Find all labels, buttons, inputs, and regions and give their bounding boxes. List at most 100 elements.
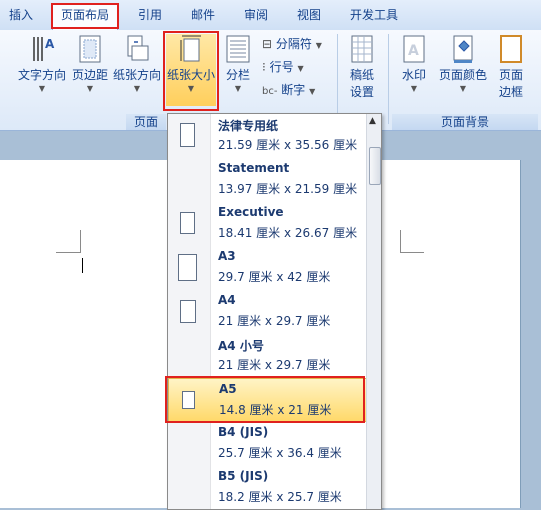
orientation-icon [127, 35, 149, 61]
paper-size-dimensions: 21 厘米 x 29.7 厘米 [218, 358, 331, 372]
svg-text:A: A [45, 37, 55, 51]
group-separator [388, 34, 389, 124]
paper-size-icon [180, 35, 201, 62]
margins-label: 页边距 [71, 68, 108, 82]
chevron-down-icon: ▼ [187, 84, 195, 93]
columns-button[interactable]: 分栏 ▼ [222, 34, 254, 106]
chevron-down-icon: ▼ [410, 84, 418, 93]
page-icon [180, 300, 196, 323]
manuscript-label-line2: 设置 [349, 85, 374, 99]
paper-size-item[interactable]: Executive 18.41 厘米 x 26.67 厘米 [168, 202, 367, 246]
manuscript-settings-button[interactable]: 稿纸 设置 [344, 34, 380, 106]
text-direction-icon: A [33, 37, 55, 61]
page-borders-icon [500, 35, 522, 63]
columns-icon [226, 35, 250, 63]
tab-mailings[interactable]: 邮件 [183, 5, 223, 25]
orientation-label: 纸张方向 [112, 68, 161, 82]
paper-size-button[interactable]: 纸张大小 ▼ [166, 34, 216, 106]
page-borders-label-line1: 页面 [498, 68, 523, 82]
svg-text:A: A [408, 43, 419, 59]
tab-references[interactable]: 引用 [130, 5, 170, 25]
line-numbers-button[interactable]: ⁝ 行号 ▼ [262, 58, 304, 75]
page-icon [182, 391, 195, 409]
scroll-up-icon[interactable]: ▲ [369, 116, 376, 126]
dropdown-scrollbar[interactable]: ▲ [366, 114, 381, 509]
chevron-down-icon: ▼ [459, 84, 467, 93]
scrollbar-thumb[interactable] [369, 147, 381, 185]
tab-page-layout[interactable]: 页面布局 [52, 4, 118, 30]
columns-label: 分栏 [225, 68, 250, 82]
line-numbers-icon: ⁝ [262, 60, 266, 74]
paper-size-item[interactable]: 法律专用纸 21.59 厘米 x 35.56 厘米 [168, 114, 367, 158]
manuscript-grid-icon [351, 35, 373, 63]
line-numbers-label: 行号 [269, 60, 294, 74]
breaks-button[interactable]: ⊟ 分隔符 ▼ [262, 35, 322, 52]
paper-size-dimensions: 18.41 厘米 x 26.67 厘米 [218, 226, 358, 240]
paper-size-dimensions: 21.59 厘米 x 35.56 厘米 [218, 138, 358, 152]
page-color-label: 页面颜色 [438, 68, 487, 82]
paper-size-name: 法律专用纸 [218, 119, 279, 133]
paper-size-name: Executive [218, 205, 284, 219]
paper-size-item[interactable]: A3 29.7 厘米 x 42 厘米 [168, 246, 367, 290]
paper-size-name: A3 [218, 249, 236, 263]
paper-size-dropdown: 法律专用纸 21.59 厘米 x 35.56 厘米 Statement 13.9… [167, 113, 382, 510]
page-borders-button[interactable]: 页面 边框 [494, 34, 528, 106]
ribbon-tab-bar: 插入 页面布局 引用 邮件 审阅 视图 开发工具 [0, 0, 541, 31]
page-color-button[interactable]: 页面颜色 ▼ [436, 34, 490, 106]
paper-size-dimensions: 13.97 厘米 x 21.59 厘米 [218, 182, 358, 196]
paper-size-item-a5[interactable]: A5 14.8 厘米 x 21 厘米 [168, 378, 367, 422]
paper-size-name: A4 小号 [218, 339, 264, 353]
paper-size-name: A4 [218, 293, 236, 307]
paper-size-dimensions: 21 厘米 x 29.7 厘米 [218, 314, 331, 328]
chevron-down-icon: ▼ [38, 84, 46, 93]
paper-size-name: B4 (JIS) [218, 425, 269, 439]
crop-mark [80, 230, 81, 253]
margins-icon [79, 35, 101, 63]
chevron-down-icon: ▼ [234, 84, 242, 93]
text-cursor [82, 258, 83, 273]
paper-size-label: 纸张大小 [166, 68, 215, 82]
text-direction-button[interactable]: A 文字方向 ▼ [16, 34, 68, 106]
paper-size-name: A5 [219, 382, 237, 396]
chevron-down-icon: ▼ [133, 84, 141, 93]
chevron-down-icon: ▼ [309, 87, 316, 96]
breaks-label: 分隔符 [275, 37, 312, 51]
tab-review[interactable]: 审阅 [236, 5, 276, 25]
page-icon [178, 254, 197, 281]
watermark-button[interactable]: A 水印 ▼ [396, 34, 432, 106]
tab-insert[interactable]: 插入 [2, 5, 40, 25]
text-direction-label: 文字方向 [17, 68, 66, 82]
paper-size-dimensions: 14.8 厘米 x 21 厘米 [219, 403, 332, 417]
paper-size-name: Statement [218, 161, 290, 175]
paper-size-item[interactable]: A4 小号 21 厘米 x 29.7 厘米 [168, 334, 367, 378]
chevron-down-icon: ▼ [86, 84, 94, 93]
tab-view[interactable]: 视图 [289, 5, 329, 25]
paper-size-name: B5 (JIS) [218, 469, 269, 483]
paper-size-dimensions: 18.2 厘米 x 25.7 厘米 [218, 490, 342, 504]
chevron-down-icon: ▼ [315, 41, 322, 50]
page-icon [180, 212, 195, 234]
page-borders-label-line2: 边框 [498, 85, 523, 99]
page-background-group-label: 页面背景 [392, 114, 538, 130]
paper-size-item[interactable]: A4 21 厘米 x 29.7 厘米 [168, 290, 367, 334]
page-break-icon: ⊟ [262, 37, 273, 51]
paper-size-item[interactable]: B4 (JIS) 25.7 厘米 x 36.4 厘米 [168, 422, 367, 466]
orientation-button[interactable]: 纸张方向 ▼ [112, 34, 162, 106]
margins-button[interactable]: 页边距 ▼ [70, 34, 110, 106]
manuscript-label-line1: 稿纸 [349, 68, 374, 82]
tab-developer[interactable]: 开发工具 [342, 5, 406, 25]
hyphenation-button[interactable]: bc- 断字 ▼ [262, 81, 315, 98]
crop-mark [400, 230, 401, 253]
group-separator [337, 34, 338, 124]
chevron-down-icon: ▼ [297, 64, 304, 73]
page-setup-group-label: 页面 [126, 114, 166, 130]
paper-size-item[interactable]: B5 (JIS) 18.2 厘米 x 25.7 厘米 [168, 466, 367, 509]
hyphenation-label: 断字 [281, 83, 306, 97]
paper-size-item[interactable]: Statement 13.97 厘米 x 21.59 厘米 [168, 158, 367, 202]
crop-mark [400, 252, 424, 253]
crop-mark [56, 252, 80, 253]
paper-size-dimensions: 25.7 厘米 x 36.4 厘米 [218, 446, 342, 460]
watermark-icon: A [403, 35, 425, 63]
hyphenation-icon: bc- [262, 86, 278, 97]
paint-bucket-icon [453, 35, 473, 63]
